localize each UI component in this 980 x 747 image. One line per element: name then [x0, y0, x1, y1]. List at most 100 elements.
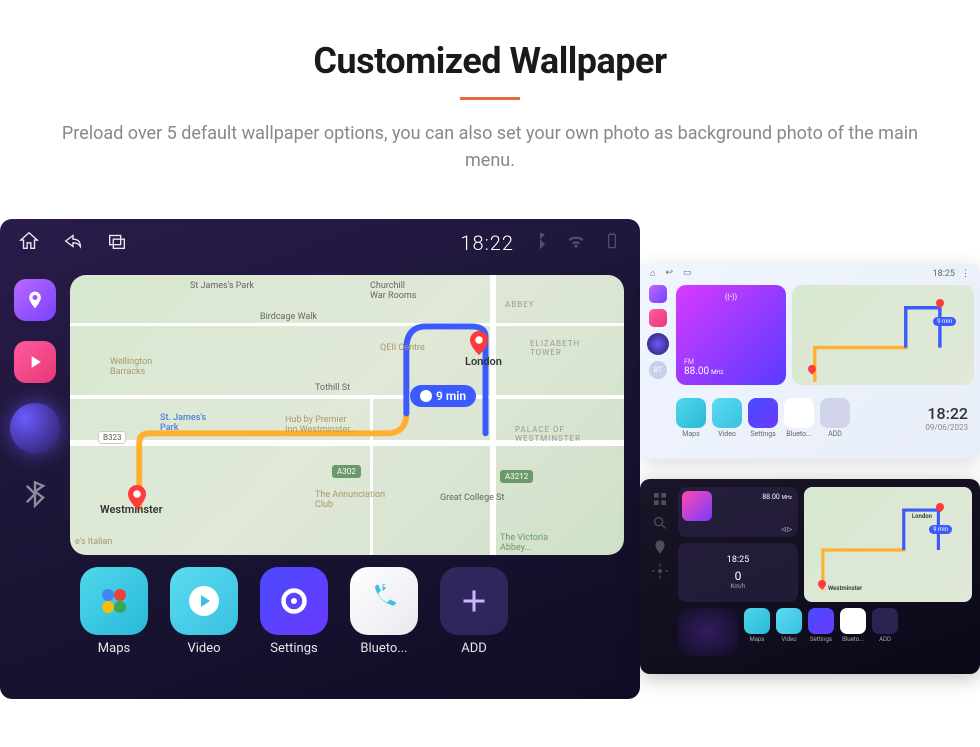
map-label: The Victoria Abbey... [500, 533, 548, 553]
dock-item-settings[interactable]: Settings [260, 567, 328, 656]
map-label: Churchill War Rooms [370, 281, 416, 301]
sidebar-location-icon[interactable] [14, 279, 56, 321]
map-pin-start [128, 485, 146, 509]
radio-unit: MHz [782, 495, 792, 501]
dark-sidebar [648, 487, 672, 666]
map-label: London [912, 513, 932, 520]
road-badge: A302 [332, 465, 361, 478]
map-label: Tothill St [315, 383, 350, 393]
dark-theme-screenshot: 88.00 MHz ◁ ▷ 18:25 0 Km/h [640, 479, 980, 674]
dock-item-bluetooth[interactable]: Blueto... [350, 567, 418, 656]
radio-band: FM [684, 358, 724, 366]
sidebar-settings-icon[interactable] [652, 563, 668, 579]
date-display: 09/06/2023 [925, 423, 968, 432]
sidebar-play-icon[interactable] [649, 309, 667, 327]
map-panel[interactable]: St James's Park Churchill War Rooms ABBE… [70, 275, 624, 555]
dock-label: Blueto... [360, 641, 407, 656]
speed-unit: Km/h [731, 583, 746, 590]
radio-card[interactable]: ((•)) FM 88.00 MHz [676, 285, 786, 385]
map-label: Westminster [828, 585, 862, 592]
dark-dock: Maps Video Settings Blueto... ADD [678, 608, 972, 658]
dock: Maps Video Settings Blueto... [70, 567, 624, 656]
sidebar-search-icon[interactable] [652, 515, 668, 531]
page-title: Customized Wallpaper [20, 40, 960, 82]
home-icon[interactable] [18, 230, 40, 256]
sidebar-assistant-icon[interactable] [647, 333, 669, 355]
phone-icon [350, 567, 418, 635]
dock-label: Video [187, 641, 220, 656]
map-label-london: London [465, 355, 502, 368]
dock-item-video[interactable]: Video [170, 567, 238, 656]
video-icon [170, 567, 238, 635]
showcase-area: 18:22 [0, 209, 980, 729]
dock-item-video[interactable]: Video [776, 608, 802, 643]
status-time: 18:22 [460, 231, 514, 255]
home-icon[interactable]: ⌂ [650, 268, 655, 279]
map-label: PALACE OF WESTMINSTER [515, 425, 581, 443]
sidebar [0, 267, 70, 699]
dark-speed-card[interactable]: 18:25 0 Km/h [678, 543, 798, 602]
dock-item-maps[interactable]: Maps [80, 567, 148, 656]
radio-art [682, 491, 712, 521]
wifi-icon: ⋮ [961, 269, 970, 279]
dock-item-video[interactable]: Video [712, 398, 742, 438]
recents-icon[interactable]: ▭ [683, 268, 692, 279]
add-icon [820, 398, 850, 428]
title-divider [460, 97, 520, 100]
map-label: The Annunciation Club [315, 490, 385, 510]
time-display: 18:22 [925, 404, 968, 423]
main-screenshot: 18:22 [0, 219, 640, 699]
road-badge: B323 [98, 431, 126, 444]
dark-radio-card[interactable]: 88.00 MHz ◁ ▷ [678, 487, 798, 537]
sidebar-bluetooth-icon[interactable] [14, 473, 56, 515]
light-map-panel[interactable]: 9 min [792, 285, 974, 385]
phone-icon [840, 608, 866, 634]
dark-map-panel[interactable]: 9 min London Westminster [804, 487, 972, 602]
dock-item-maps[interactable]: Maps [744, 608, 770, 643]
light-status-bar: ⌂ ↩ ▭ 18:25 ⋮ [640, 264, 980, 283]
dock-item-bluetooth[interactable]: Blueto... [840, 608, 866, 643]
back-icon[interactable]: ↩ [665, 268, 673, 279]
map-label: QEII Centre [380, 343, 425, 353]
dock-item-add[interactable]: ADD [440, 567, 508, 656]
map-label: ABBEY [505, 300, 535, 309]
settings-icon [748, 398, 778, 428]
dock-item-settings[interactable]: Settings [808, 608, 834, 643]
speed-time: 18:25 [727, 555, 749, 565]
light-sidebar: BT [646, 285, 670, 452]
sidebar-location-icon[interactable] [652, 539, 668, 555]
map-label: Birdcage Walk [260, 312, 317, 322]
dock-item-maps[interactable]: Maps [676, 398, 706, 438]
light-theme-screenshot: ⌂ ↩ ▭ 18:25 ⋮ BT ((•)) [640, 264, 980, 459]
recents-icon[interactable] [106, 230, 128, 256]
settings-icon [260, 567, 328, 635]
phone-icon [784, 398, 814, 428]
add-icon [440, 567, 508, 635]
add-icon [872, 608, 898, 634]
header-section: Customized Wallpaper Preload over 5 defa… [0, 0, 980, 199]
page-subtitle: Preload over 5 default wallpaper options… [50, 120, 930, 174]
radio-freq: 88.00 [762, 493, 780, 501]
back-icon[interactable] [62, 230, 84, 256]
dock-item-add[interactable]: ADD [872, 608, 898, 643]
dock-item-add[interactable]: ADD [820, 398, 850, 438]
radio-freq: 88.00 [684, 366, 709, 377]
dock-item-bluetooth[interactable]: Blueto... [784, 398, 814, 438]
settings-icon [808, 608, 834, 634]
datetime-display: 18:22 09/06/2023 [925, 404, 974, 432]
radio-unit: MHz [711, 369, 724, 376]
dock-label: Maps [98, 641, 130, 656]
eta-badge: 9 min [410, 385, 476, 407]
sidebar-play-icon[interactable] [14, 341, 56, 383]
sidebar-assistant-icon[interactable] [10, 403, 60, 453]
maps-icon [80, 567, 148, 635]
dock-item-settings[interactable]: Settings [748, 398, 778, 438]
sidebar-bt-icon[interactable]: BT [649, 361, 667, 379]
sidebar-grid-icon[interactable] [652, 491, 668, 507]
sidebar-location-icon[interactable] [649, 285, 667, 303]
map-label: St. James's Park [160, 413, 206, 433]
map-label: Wellington Barracks [110, 357, 152, 377]
maps-icon [676, 398, 706, 428]
video-icon [776, 608, 802, 634]
dock-label: Settings [270, 641, 317, 656]
